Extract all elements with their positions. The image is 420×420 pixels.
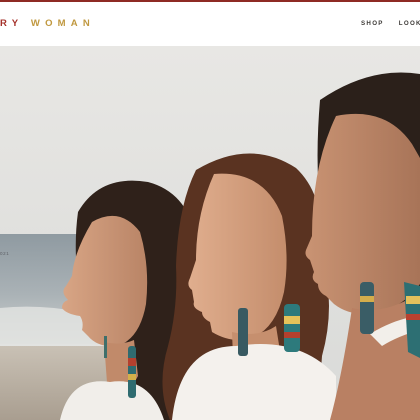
hero-photo <box>0 46 420 420</box>
brand-logo-red-part: RY <box>0 18 24 29</box>
brand-logo-gold-part: WOMAN <box>30 18 95 29</box>
hero-caption: 021 <box>0 251 10 256</box>
hero-image <box>0 46 420 420</box>
nav-lookbook-link[interactable]: LOOKBO <box>399 20 420 28</box>
brand-logo[interactable]: RY WOMAN <box>0 18 95 30</box>
nav-shop-link[interactable]: SHOP <box>361 20 384 28</box>
main-nav: SHOP LOOKBO <box>361 20 420 28</box>
site-header: RY WOMAN SHOP LOOKBO <box>0 2 420 46</box>
